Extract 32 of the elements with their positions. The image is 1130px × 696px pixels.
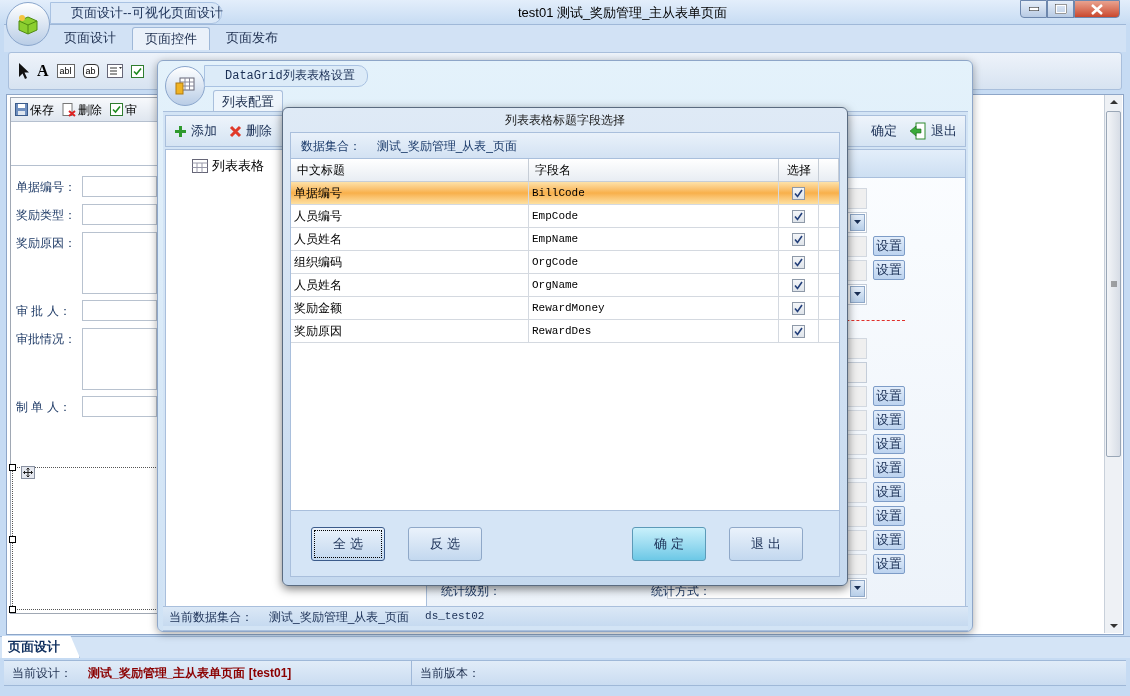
- field-value: 测试_奖励管理_从表_页面: [377, 137, 518, 155]
- table-cell: 奖励原因: [291, 320, 529, 342]
- status-value: 测试_奖励管理_主从表单页面 [test01]: [88, 665, 292, 682]
- field-label: 奖励原因：: [16, 235, 76, 252]
- status-label: 当前数据集合：: [169, 608, 253, 626]
- table-cell: 组织编码: [291, 251, 529, 273]
- status-label: 当前版本：: [420, 665, 480, 682]
- field-label: 奖励类型：: [16, 207, 76, 224]
- status-value: 测试_奖励管理_从表_页面: [269, 608, 410, 626]
- window-title: test01 测试_奖励管理_主从表单页面: [518, 4, 728, 22]
- field-label: 单据编号：: [16, 179, 76, 196]
- field-label: 数据集合：: [301, 137, 361, 155]
- status-value: ds_test02: [425, 609, 485, 625]
- table-cell: EmpName: [529, 228, 779, 250]
- field-label: 制 单 人：: [16, 399, 72, 416]
- table-cell: 人员编号: [291, 205, 529, 227]
- table-cell: OrgCode: [529, 251, 779, 273]
- table-cell: 奖励金额: [291, 297, 529, 319]
- window-title: DataGrid列表表格设置: [204, 65, 368, 87]
- table-cell: 人员姓名: [291, 228, 529, 250]
- status-label: 当前设计：: [12, 665, 72, 682]
- table-cell: 单据编号: [291, 182, 529, 204]
- table-cell: RewardMoney: [529, 297, 779, 319]
- dialog-title: 列表表格标题字段选择: [504, 112, 626, 129]
- field-label: 统计级别：: [441, 583, 501, 600]
- table-cell: EmpCode: [529, 205, 779, 227]
- field-label: 审批情况：: [16, 331, 76, 348]
- table-cell: BillCode: [529, 182, 779, 204]
- table-cell: OrgName: [529, 274, 779, 296]
- table-cell: 人员姓名: [291, 274, 529, 296]
- table-cell: RewardDes: [529, 320, 779, 342]
- field-label: 审 批 人：: [16, 303, 72, 320]
